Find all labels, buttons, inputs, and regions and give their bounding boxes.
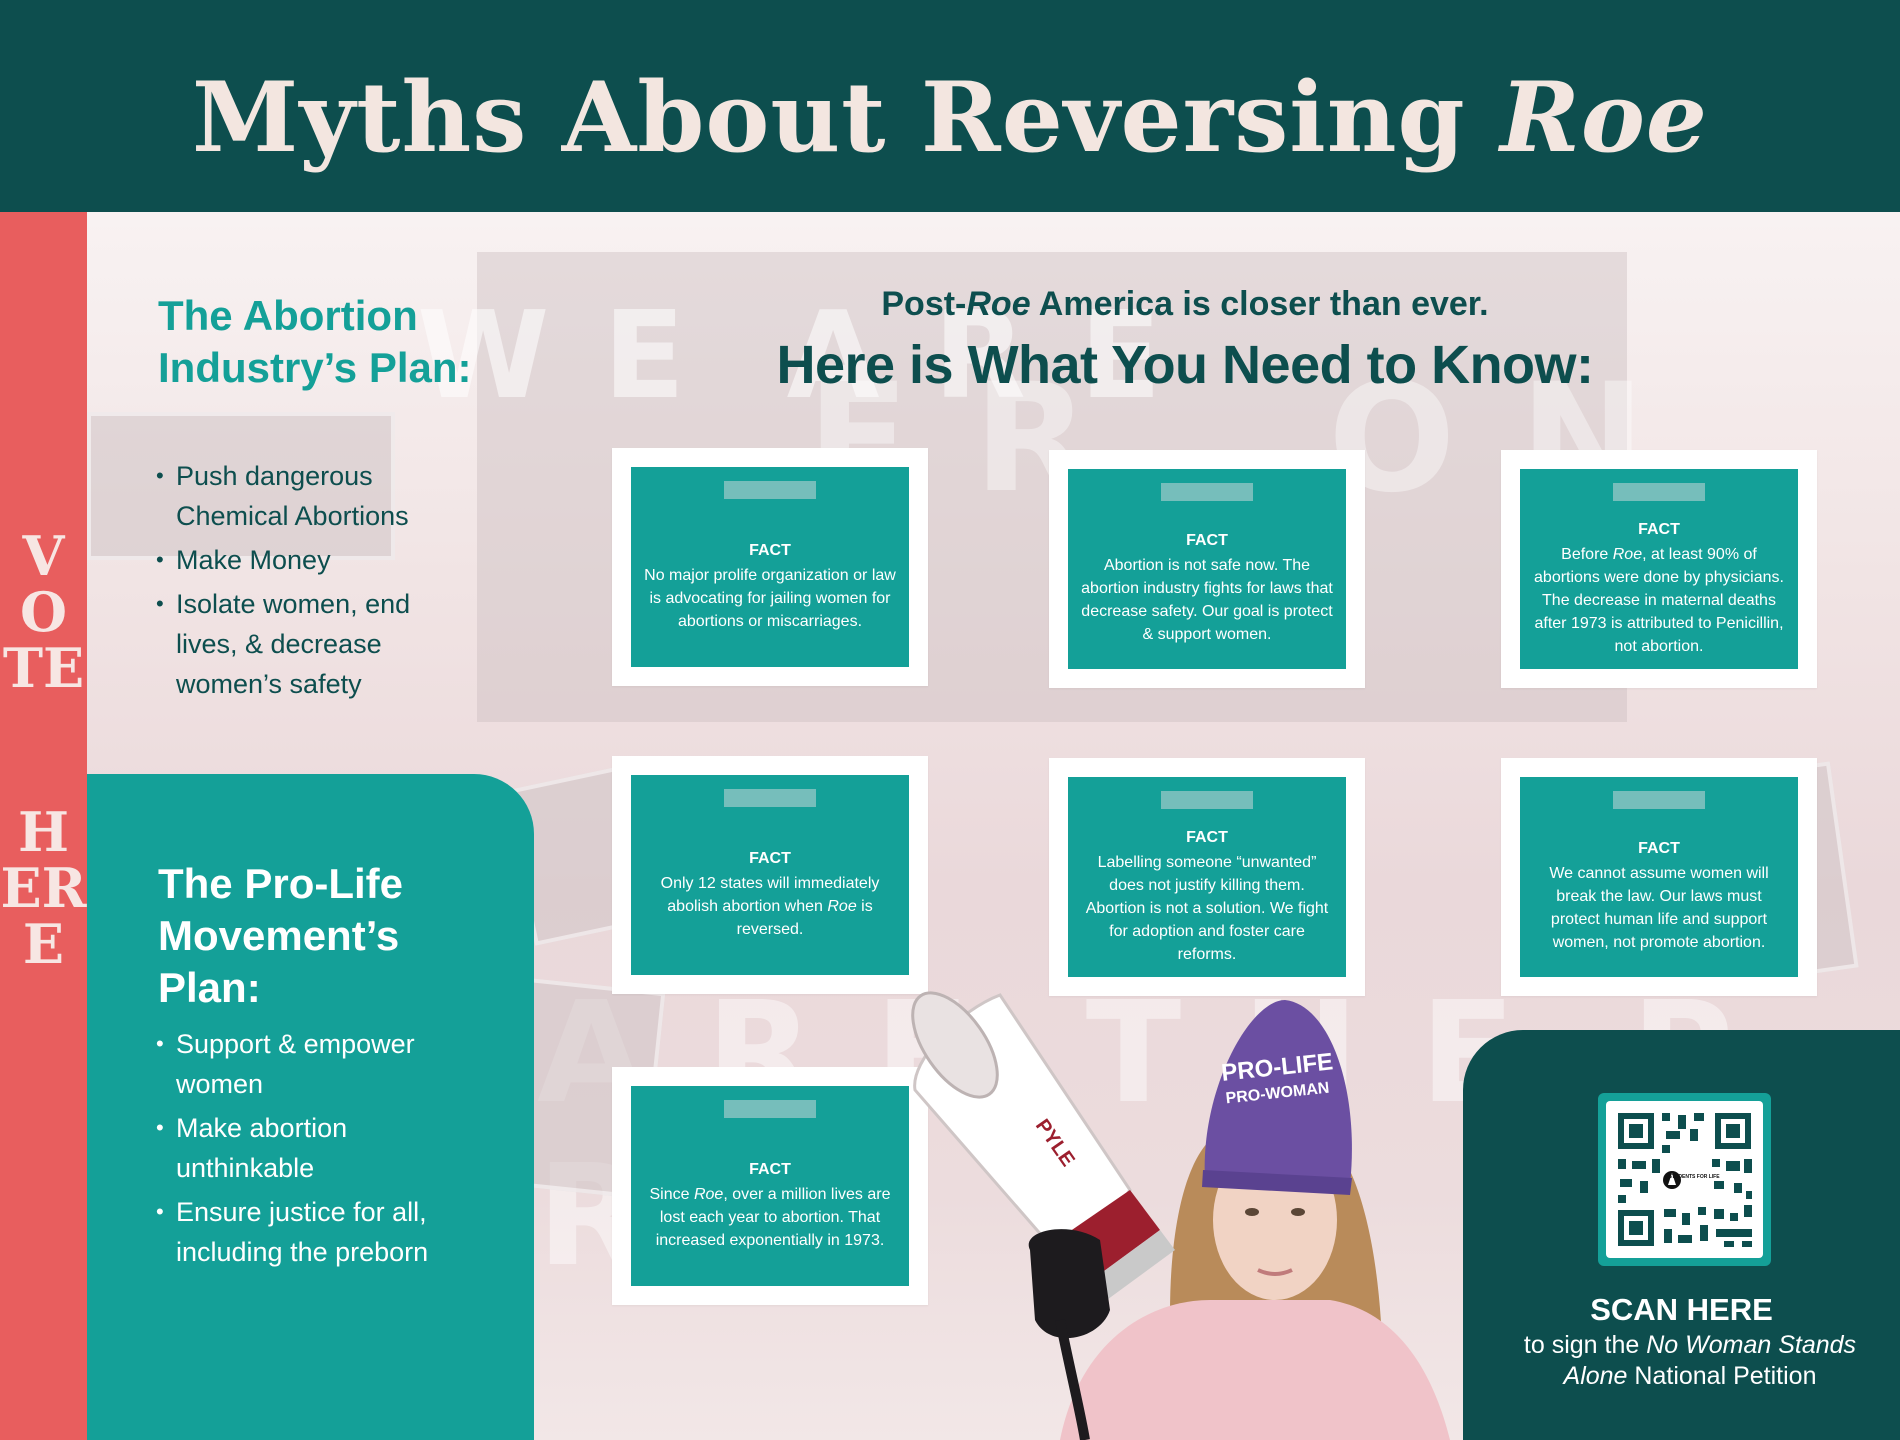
- sub-heading-after: America is closer than ever.: [1030, 285, 1489, 323]
- fact-card-bar: [724, 789, 816, 807]
- page-title: Myths About Reversing Roe: [0, 58, 1900, 178]
- fact-card: FACT We cannot assume women will break t…: [1501, 758, 1817, 996]
- scan-text-before: to sign the: [1523, 1331, 1647, 1359]
- fact-label: FACT: [1186, 532, 1228, 549]
- fact-card: FACT Labelling someone “unwanted” does n…: [1049, 758, 1365, 996]
- sub-heading-before: Post-: [881, 285, 967, 323]
- eye-shape: [1245, 1208, 1259, 1216]
- prolife-plan-list: Support & empower women Make abortion un…: [156, 1024, 456, 1276]
- industry-plan-title: The Abortion Industry’s Plan:: [158, 292, 472, 391]
- eye-shape: [1291, 1208, 1305, 1216]
- fact-card: FACT Abortion is not safe now. The abort…: [1049, 450, 1365, 688]
- fact-text-italic: Roe: [693, 1185, 724, 1203]
- fact-label: FACT: [1638, 520, 1680, 538]
- prolife-plan-item: Ensure justice for all, including the pr…: [156, 1192, 456, 1272]
- fact-card-panel: FACT Only 12 states will immediately abo…: [631, 775, 909, 975]
- fact-card-bar: [1613, 791, 1705, 809]
- here-label: HERE: [0, 800, 87, 976]
- fact-card: FACT No major prolife organization or la…: [612, 448, 928, 686]
- fact-text: Abortion is not safe now. The abortion i…: [1080, 554, 1334, 646]
- fact-card-bar: [1161, 791, 1253, 809]
- woman-with-megaphone-image: PRO-LIFE PRO-WOMAN PYLE: [911, 991, 1450, 1440]
- fact-card-panel: FACT We cannot assume women will break t…: [1520, 777, 1798, 977]
- fact-text: We cannot assume women will break the la…: [1532, 862, 1786, 954]
- flyer-page: Myths About Reversing Roe W E A R E E R …: [0, 0, 1900, 1440]
- qr-logo-text: STUDENTS FOR LIFE: [1668, 1174, 1720, 1180]
- fact-text-part: Before: [1561, 545, 1613, 563]
- header-banner: Myths About Reversing Roe: [0, 0, 1900, 212]
- fact-text-part: Abortion is not safe now. The abortion i…: [1081, 557, 1333, 643]
- industry-plan-item: Push dangerous Chemical Abortions: [156, 456, 456, 536]
- vote-label: VOTE: [2, 524, 85, 700]
- scan-text: to sign the No Woman Stands Alone Nation…: [1490, 1330, 1890, 1392]
- fact-card-panel: FACT Before Roe, at least 90% of abortio…: [1520, 469, 1798, 669]
- fact-card: FACT Since Roe, over a million lives are…: [612, 1067, 928, 1305]
- fact-label: FACT: [749, 1160, 791, 1178]
- fact-text-part: No major prolife organization or law is …: [644, 566, 896, 630]
- scan-text-after: National Petition: [1627, 1362, 1817, 1390]
- fact-text: Only 12 states will immediately abolish …: [643, 872, 897, 941]
- fact-card-panel: FACT Labelling someone “unwanted” does n…: [1068, 777, 1346, 977]
- fact-card: FACT Before Roe, at least 90% of abortio…: [1501, 450, 1817, 688]
- page-title-italic: Roe: [1500, 61, 1708, 174]
- fact-card: FACT Only 12 states will immediately abo…: [612, 756, 928, 994]
- fact-label: FACT: [749, 541, 791, 559]
- page-title-text: Myths About Reversing: [192, 61, 1466, 174]
- qr-code-icon: STUDENTS FOR LIFE: [1618, 1113, 1752, 1247]
- fact-card-bar: [1161, 483, 1253, 501]
- fact-text-italic: Roe: [827, 897, 857, 915]
- main-heading: Here is What You Need to Know:: [776, 335, 1594, 395]
- fact-card-panel: FACT Abortion is not safe now. The abort…: [1068, 469, 1346, 669]
- fact-text-part: Since: [649, 1185, 694, 1203]
- fact-text: Labelling someone “unwanted” does not ju…: [1080, 851, 1334, 966]
- prolife-plan-title: The Pro-Life Movement’s Plan:: [158, 860, 404, 1011]
- glove-shape: [1028, 1229, 1110, 1339]
- fact-text-part: Labelling someone “unwanted” does not ju…: [1085, 853, 1329, 963]
- fact-card-panel: FACT Since Roe, over a million lives are…: [631, 1086, 909, 1286]
- prolife-plan-item: Make abortion unthinkable: [156, 1108, 456, 1188]
- fact-text-part: We cannot assume women will break the la…: [1549, 865, 1769, 951]
- sub-heading-italic: Roe: [966, 285, 1031, 323]
- fact-text: Since Roe, over a million lives are lost…: [643, 1183, 897, 1252]
- fact-text: Before Roe, at least 90% of abortions we…: [1532, 543, 1786, 658]
- industry-plan-list: Push dangerous Chemical Abortions Make M…: [156, 456, 456, 708]
- qr-code[interactable]: STUDENTS FOR LIFE: [1606, 1101, 1763, 1258]
- fact-label: FACT: [1638, 840, 1680, 857]
- sub-heading: Post-Roe America is closer than ever.: [610, 285, 1760, 324]
- fact-label: FACT: [749, 849, 791, 867]
- industry-plan-item: Make Money: [156, 540, 456, 580]
- scan-heading: SCAN HERE: [1590, 1292, 1773, 1327]
- fact-card-bar: [724, 1100, 816, 1118]
- fact-text-italic: Roe: [1612, 545, 1643, 563]
- jacket-shape: [1060, 1300, 1450, 1440]
- fact-card-bar: [1613, 483, 1705, 501]
- fact-card-panel: FACT No major prolife organization or la…: [631, 467, 909, 667]
- industry-plan-item: Isolate women, end lives, & decrease wom…: [156, 584, 456, 704]
- prolife-plan-item: Support & empower women: [156, 1024, 456, 1104]
- fact-card-bar: [724, 481, 816, 499]
- fact-label: FACT: [1186, 828, 1228, 846]
- fact-text: No major prolife organization or law is …: [643, 564, 897, 633]
